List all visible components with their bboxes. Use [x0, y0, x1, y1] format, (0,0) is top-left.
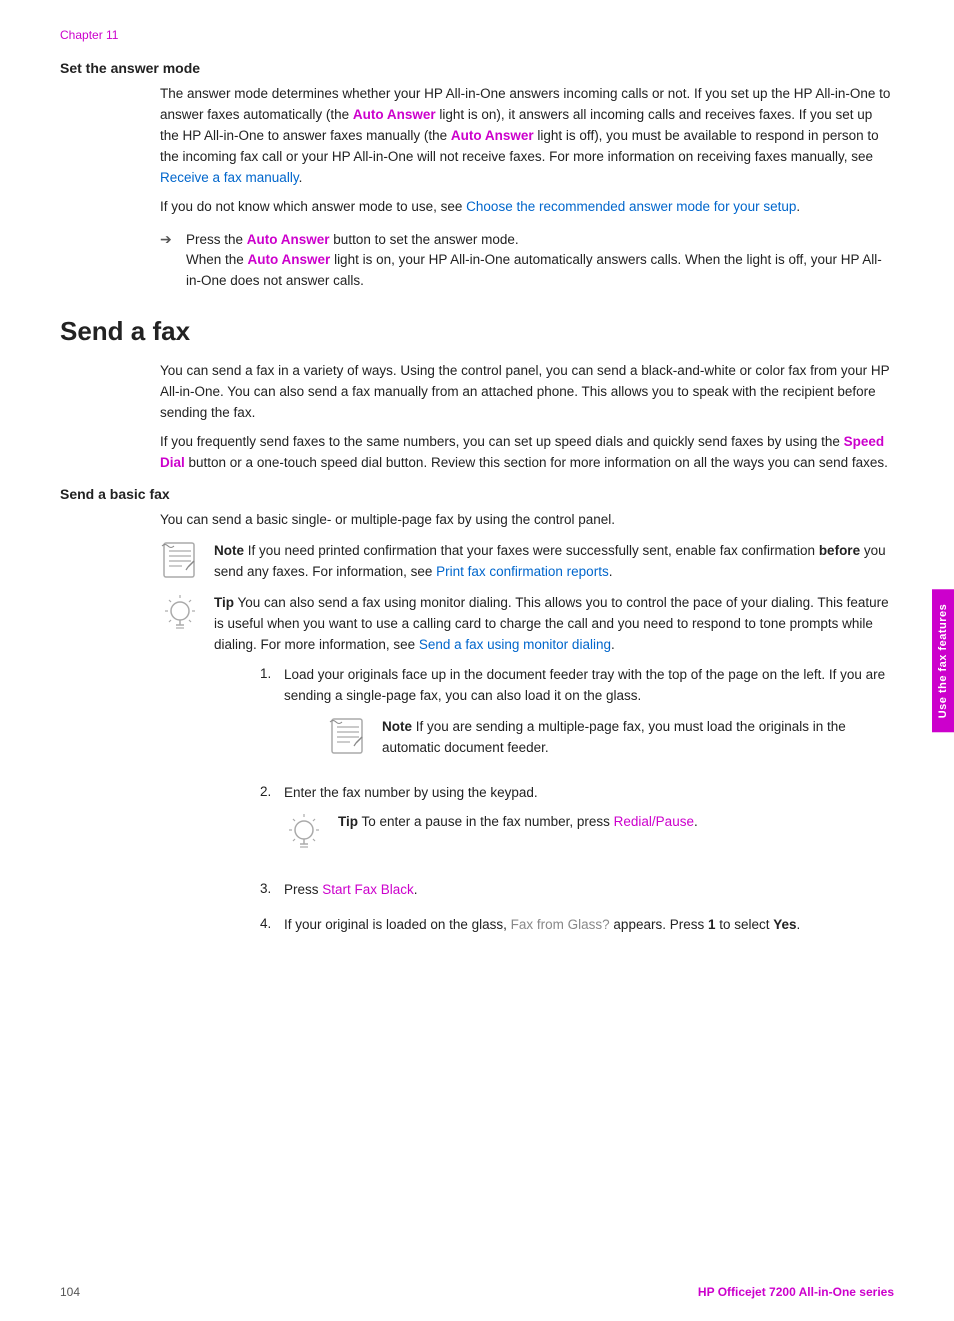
step1-note-icon — [328, 717, 372, 755]
step2: 2. Enter the fax number by using the key… — [260, 783, 894, 866]
note1-block: Note If you need printed confirmation th… — [160, 541, 894, 583]
send-basic-fax-heading: Send a basic fax — [60, 486, 894, 502]
step1-note-text: Note If you are sending a multiple-page … — [382, 717, 894, 759]
redial-pause-link[interactable]: Redial/Pause — [614, 814, 694, 829]
chapter-text: Chapter 11 — [60, 28, 118, 42]
print-confirmation-link[interactable]: Print fax confirmation reports — [436, 564, 609, 579]
start-fax-black-link[interactable]: Start Fax Black — [322, 882, 414, 897]
footer-page: 104 — [60, 1285, 80, 1299]
step2-tip-icon — [284, 812, 328, 856]
footer-product: HP Officejet 7200 All-in-One series — [698, 1285, 894, 1299]
send-fax-para2: If you frequently send faxes to the same… — [160, 432, 894, 474]
receive-fax-link[interactable]: Receive a fax manually — [160, 170, 299, 185]
tip1-block: Tip You can also send a fax using monito… — [160, 593, 894, 656]
page: Use the fax features Chapter 11 Set the … — [0, 0, 954, 1321]
tip1-text: Tip You can also send a fax using monito… — [214, 593, 894, 656]
note1-text: Note If you need printed confirmation th… — [214, 541, 894, 583]
note1-icon — [160, 541, 204, 579]
arrow-item: ➔ Press the Auto Answer button to set th… — [160, 230, 894, 293]
send-fax-para1: You can send a fax in a variety of ways.… — [160, 361, 894, 424]
arrow-text-block: Press the Auto Answer button to set the … — [186, 230, 894, 293]
arrow-icon: ➔ — [160, 231, 176, 248]
set-answer-para2: If you do not know which answer mode to … — [160, 197, 894, 218]
choose-answer-link[interactable]: Choose the recommended answer mode for y… — [466, 199, 796, 214]
numbered-list: 1. Load your originals face up in the do… — [260, 665, 894, 935]
chapter-label: Chapter 11 — [60, 28, 894, 42]
footer: 104 HP Officejet 7200 All-in-One series — [60, 1285, 894, 1299]
send-fax-content: You can send a fax in a variety of ways.… — [160, 361, 894, 474]
tip1-icon — [160, 593, 204, 637]
step4: 4. If your original is loaded on the gla… — [260, 915, 894, 936]
set-answer-section: Set the answer mode The answer mode dete… — [60, 60, 894, 218]
send-basic-intro: You can send a basic single- or multiple… — [160, 510, 894, 531]
send-fax-heading: Send a fax — [60, 316, 894, 347]
send-basic-fax-content: You can send a basic single- or multiple… — [160, 510, 894, 936]
set-answer-para1: The answer mode determines whether your … — [160, 84, 894, 189]
set-answer-content: The answer mode determines whether your … — [160, 84, 894, 218]
step1-note-block: Note If you are sending a multiple-page … — [328, 717, 894, 759]
set-answer-heading: Set the answer mode — [60, 60, 894, 76]
side-tab: Use the fax features — [932, 589, 954, 732]
step3: 3. Press Start Fax Black. — [260, 880, 894, 901]
send-basic-fax-section: Send a basic fax You can send a basic si… — [60, 486, 894, 936]
monitor-dialing-link[interactable]: Send a fax using monitor dialing — [419, 637, 611, 652]
step2-tip-text: Tip To enter a pause in the fax number, … — [338, 812, 698, 833]
step1: 1. Load your originals face up in the do… — [260, 665, 894, 769]
step2-tip-block: Tip To enter a pause in the fax number, … — [284, 812, 894, 856]
side-tab-label: Use the fax features — [937, 603, 949, 718]
